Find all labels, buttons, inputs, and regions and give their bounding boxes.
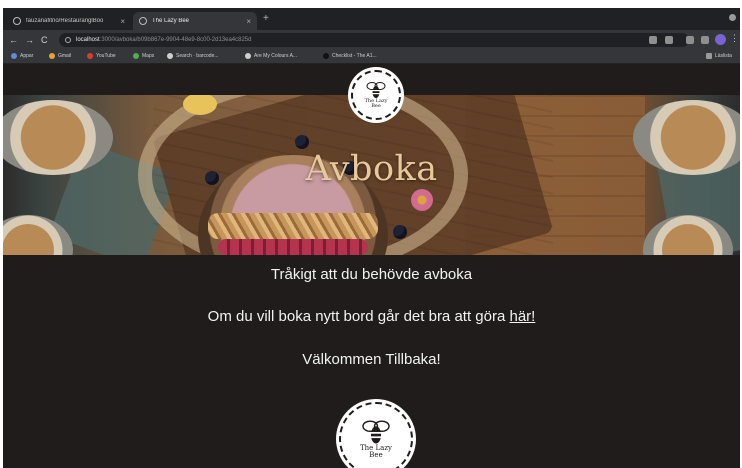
bookmark-gmail[interactable]: Gmail — [49, 53, 71, 59]
url-host: localhost — [76, 37, 100, 43]
bookmark-label: Appar — [20, 53, 34, 59]
new-tab-button[interactable]: + — [263, 13, 269, 24]
welcome-back-message: Välkommen Tillbaka! — [302, 351, 441, 368]
bookmark-label: Gmail — [58, 53, 72, 59]
tab-title: fauzanafitrio/RestauranglBoo — [26, 18, 104, 24]
cancel-message: Tråkigt att du behövde avboka — [270, 266, 473, 283]
profile-avatar[interactable] — [715, 34, 726, 45]
bookmark-youtube[interactable]: YouTube — [87, 53, 116, 59]
browser-window: fauzanafitrio/RestauranglBoo × The Lazy … — [3, 8, 740, 468]
site-icon — [245, 53, 251, 59]
bookmark-label: Checklist - The A1... — [332, 53, 377, 59]
gmail-icon — [49, 53, 55, 59]
back-button[interactable]: ← — [9, 34, 18, 46]
bookmark-apps[interactable]: Appar — [11, 53, 33, 59]
hero-image-blueberry — [295, 135, 309, 149]
bookmark-star-icon[interactable] — [665, 36, 673, 44]
tab-strip: fauzanafitrio/RestauranglBoo × The Lazy … — [3, 8, 740, 30]
hero-image-granola — [208, 213, 378, 239]
extensions-icon[interactable] — [701, 36, 709, 44]
reading-list[interactable]: Läslista — [706, 53, 732, 59]
browser-toolbar: ← → C localhost :3000/avboka/b09b867e-99… — [3, 30, 740, 50]
youtube-icon — [87, 53, 93, 59]
tab-the-lazy-bee[interactable]: The Lazy Bee × — [133, 12, 257, 30]
bookmarks-bar: Appar Gmail YouTube Maps Search · barcod… — [3, 50, 740, 64]
bookmark-are-my-colours[interactable]: Are My Colours A... — [245, 53, 297, 59]
reading-list-icon — [706, 53, 712, 59]
browser-menu-button[interactable]: ⋮ — [730, 33, 739, 44]
logo-text: Bee — [369, 451, 383, 459]
hero-image-flower — [411, 189, 433, 211]
tab-github[interactable]: fauzanafitrio/RestauranglBoo × — [7, 12, 131, 30]
bee-icon — [366, 81, 386, 98]
window-control-icon[interactable] — [729, 14, 736, 21]
github-icon — [13, 17, 21, 25]
reading-list-label: Läslista — [715, 53, 732, 59]
close-tab-icon[interactable]: × — [246, 17, 251, 26]
bookmark-label: YouTube — [96, 53, 116, 59]
site-info-icon[interactable] — [65, 37, 71, 43]
page-title: Avboka — [305, 149, 438, 189]
rebook-message: Om du vill boka nytt bord går det bra at… — [3, 308, 740, 325]
footer-logo[interactable]: The Lazy Bee — [336, 399, 416, 468]
apps-icon — [11, 53, 17, 59]
bee-icon — [362, 420, 390, 444]
rebook-text: Om du vill boka nytt bord går det bra at… — [207, 308, 510, 325]
rebook-link[interactable]: här! — [509, 308, 535, 325]
bookmark-label: Search · barcode... — [176, 53, 219, 59]
github-icon — [167, 53, 173, 59]
forward-button[interactable]: → — [25, 34, 34, 46]
hero-image-berries — [218, 239, 368, 255]
page-content: Avboka The Lazy Bee Tråkigt att du behöv… — [3, 65, 740, 468]
tab-title: The Lazy Bee — [152, 18, 190, 24]
maps-icon — [133, 53, 139, 59]
reload-button[interactable]: C — [41, 34, 48, 46]
close-tab-icon[interactable]: × — [120, 17, 125, 26]
address-bar[interactable]: localhost :3000/avboka/b09b867e-9904-48e… — [59, 33, 689, 47]
logo-text: Bee — [371, 103, 381, 109]
bookmark-search-barcode[interactable]: Search · barcode... — [167, 53, 219, 59]
globe-icon — [139, 17, 147, 25]
header-logo[interactable]: The Lazy Bee — [348, 67, 404, 123]
hero-image-blueberry — [393, 225, 407, 239]
share-icon[interactable] — [649, 36, 657, 44]
bookmark-checklist[interactable]: Checklist - The A1... — [323, 53, 377, 59]
bookmark-label: Are My Colours A... — [254, 53, 298, 59]
tab-search-icon[interactable] — [686, 36, 694, 44]
site-icon — [323, 53, 329, 59]
bookmark-label: Maps — [142, 53, 155, 59]
url-path: :3000/avboka/b09b867e-9904-48e9-8c00-2d1… — [99, 37, 252, 43]
bookmark-maps[interactable]: Maps — [133, 53, 154, 59]
